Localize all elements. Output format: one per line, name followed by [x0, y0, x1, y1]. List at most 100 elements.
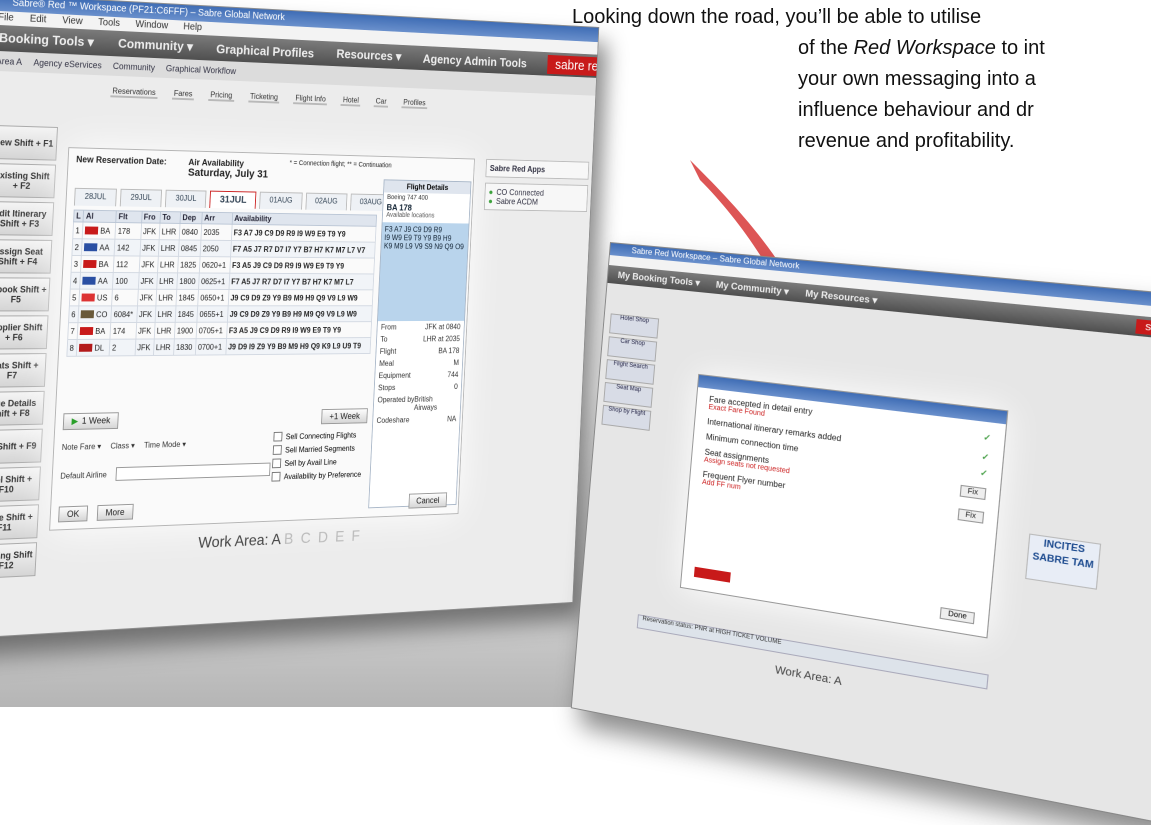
detail-label: Meal — [379, 359, 395, 368]
nav-seat-map[interactable]: Seat Map — [603, 381, 654, 408]
table-row[interactable]: 5 US 6 JFK LHR 1845 0650+1 J9 C9 D9 Z9 Y9 B9 M9… — [69, 289, 374, 306]
quality-check-dialog: Fare accepted in detail entry Exact Fare … — [679, 373, 1009, 639]
app-agency-eservices[interactable]: Agency eServices — [33, 58, 102, 71]
red-apps-header[interactable]: Sabre Red Apps — [485, 158, 590, 180]
nav-new-button[interactable]: New Shift + F1 — [0, 124, 58, 161]
red-app-item[interactable]: ● Sabre ACDM — [488, 196, 584, 207]
nav-shop-by-flight[interactable]: Shop by Flight — [601, 404, 652, 431]
copy-line-5: revenue and profitability. — [798, 130, 1015, 152]
table-row[interactable]: 3 BA 112 JFK LHR 1825 0620+1 F3 A5 J9 C9 D9 R9 … — [71, 255, 375, 274]
date-tab-selected[interactable]: 31JUL — [209, 190, 257, 209]
my-resources-menu[interactable]: My Resources ▾ — [805, 288, 878, 307]
app-graphical-workflow[interactable]: Graphical Workflow — [166, 63, 237, 76]
note-fare-select[interactable]: Note Fare ▾ — [62, 442, 102, 452]
sell-connecting-checkbox[interactable]: Sell Connecting Flights — [273, 430, 363, 442]
graphical-profiles-menu[interactable]: Graphical Profiles — [216, 41, 315, 60]
app-area-a[interactable]: Area A — [0, 56, 22, 67]
fix-button[interactable]: Fix — [959, 484, 987, 500]
date-tab[interactable]: 02AUG — [305, 192, 348, 211]
col-line[interactable]: L — [73, 210, 84, 223]
tab-ticketing[interactable]: Ticketing — [247, 91, 280, 104]
more-button[interactable]: More — [96, 503, 134, 521]
resources-menu[interactable]: Resources ▾ — [336, 46, 401, 64]
tab-fares[interactable]: Fares — [171, 88, 195, 101]
work-area-text: Work Area: A — [197, 531, 281, 552]
menu-view[interactable]: View — [62, 15, 83, 27]
table-row[interactable]: 6 CO 6084* JFK LHR 1845 0655+1 J9 C9 D9 Z9 Y9 B… — [68, 305, 373, 323]
airline-logo-icon — [80, 327, 94, 336]
next-week-button[interactable]: +1 Week — [321, 407, 368, 424]
class-select[interactable]: Class ▾ — [110, 441, 135, 450]
flight-detail-rows: From JFK at 0840 To LHR at 2035 Flight BA 178… — [373, 321, 464, 427]
sell-married-checkbox[interactable]: Sell Married Segments — [272, 443, 363, 455]
agency-admin-tools-menu[interactable]: Agency Admin Tools — [423, 51, 527, 70]
flight-availability-table: L Al Flt Fro To Dep Arr Availability 1 BA… — [66, 210, 377, 357]
menu-tools[interactable]: Tools — [98, 17, 120, 29]
nav-profile-button[interactable]: Profile Shift + F11 — [0, 504, 40, 542]
date-tab[interactable]: 01AUG — [259, 191, 303, 210]
menu-file[interactable]: File — [0, 12, 14, 24]
nav-page-details-button[interactable]: Page Details Shift + F8 — [0, 390, 45, 427]
cancel-button[interactable]: Cancel — [408, 492, 448, 509]
booking-tools-menu[interactable]: Booking Tools ▾ — [0, 30, 94, 50]
copy-line-3: your own messaging into a — [798, 68, 1036, 90]
nav-hotel-button[interactable]: Hotel Shift + F10 — [0, 466, 41, 503]
app-community[interactable]: Community — [113, 61, 156, 73]
tab-car[interactable]: Car — [373, 96, 389, 108]
checkmark-icon: ✓ — [981, 451, 990, 463]
tab-flight-info[interactable]: Flight Info — [293, 93, 328, 106]
nav-hotel-shop[interactable]: Hotel Shop — [609, 313, 660, 339]
tab-reservations[interactable]: Reservations — [110, 86, 158, 100]
col-arrival[interactable]: Arr — [201, 212, 233, 225]
my-booking-tools-menu[interactable]: My Booking Tools ▾ — [617, 269, 700, 288]
done-button[interactable]: Done — [939, 607, 976, 625]
tab-pricing[interactable]: Pricing — [208, 90, 235, 102]
col-airline[interactable]: Al — [83, 210, 117, 223]
work-area-letters[interactable]: B C D E F — [284, 528, 362, 548]
tab-profiles[interactable]: Profiles — [401, 97, 428, 110]
community-menu[interactable]: Community ▾ — [118, 36, 194, 55]
booking-checkboxes: Sell Connecting Flights Sell Married Seg… — [271, 430, 363, 482]
nav-seats-button[interactable]: Seats Shift + F7 — [0, 353, 47, 388]
col-from[interactable]: Fro — [141, 211, 161, 224]
col-to[interactable]: To — [159, 211, 181, 224]
previous-week-button[interactable]: 1 Week — [62, 412, 120, 431]
availability-preference-checkbox[interactable]: Availability by Preference — [271, 469, 361, 482]
tab-hotel[interactable]: Hotel — [340, 95, 361, 107]
my-community-menu[interactable]: My Community ▾ — [715, 279, 790, 297]
cell-avail: F7 A5 J7 R7 D7 I7 Y7 B7 H7 K7 M7 L7 — [228, 273, 374, 290]
menu-window[interactable]: Window — [135, 19, 168, 31]
nav-car-button[interactable]: Car Shift + F9 — [0, 428, 43, 465]
table-row[interactable]: 4 AA 100 JFK LHR 1800 0625+1 F7 A5 J7 R7 D7 I7 … — [70, 272, 374, 290]
nav-flight-search[interactable]: Flight Search — [605, 359, 656, 385]
nav-edit-itinerary-button[interactable]: Edit Itinerary Shift + F3 — [0, 201, 55, 236]
nav-ticketing-button[interactable]: Ticketing Shift + F12 — [0, 542, 38, 580]
red-apps-sidebar: Sabre Red Apps ● CO Connected ● Sabre ACDM — [483, 158, 590, 217]
col-departure[interactable]: Dep — [179, 211, 203, 224]
nav-supplier-button[interactable]: Supplier Shift + F6 — [0, 315, 49, 350]
nav-car-shop[interactable]: Car Shop — [607, 336, 658, 362]
menu-help[interactable]: Help — [183, 22, 202, 34]
detail-row: To LHR at 2035 — [377, 333, 464, 346]
menu-edit[interactable]: Edit — [30, 14, 47, 26]
date-tab[interactable]: 30JUL — [165, 189, 207, 208]
cell-al: BA — [82, 222, 116, 240]
detail-value: 0 — [453, 382, 458, 391]
nav-existing-button[interactable]: Existing Shift + F2 — [0, 162, 57, 199]
cell-avail: J9 D9 I9 Z9 Y9 B9 M9 H9 Q9 K9 L9 U9 T9 — [225, 337, 371, 355]
table-row[interactable]: 7 BA 174 JFK LHR 1900 0705+1 F3 A5 J9 C9 D9 R9 … — [67, 321, 372, 340]
default-airline-input[interactable] — [115, 462, 271, 481]
fix-button[interactable]: Fix — [957, 507, 985, 524]
sell-by-avail-checkbox[interactable]: Sell by Avail Line — [272, 456, 362, 469]
time-mode-select[interactable]: Time Mode ▾ — [144, 440, 186, 450]
date-tab[interactable]: 29JUL — [119, 188, 163, 208]
ok-button[interactable]: OK — [58, 505, 89, 523]
date-tab[interactable]: 28JUL — [73, 187, 118, 207]
nav-assign-seat-button[interactable]: Assign Seat Shift + F4 — [0, 239, 53, 274]
window2-right-sidebar: INCITES SABRE TAM — [1025, 360, 1151, 602]
table-row[interactable]: 8 DL 2 JFK LHR 1830 0700+1 J9 D9 I9 Z9 Y9 B9 M9… — [66, 337, 371, 357]
window2-work-area[interactable]: Work Area: A — [774, 664, 842, 688]
col-flight[interactable]: Flt — [115, 210, 142, 223]
cell-flt: 2 — [109, 339, 136, 356]
nav-rebook-button[interactable]: Rebook Shift + F5 — [0, 277, 51, 312]
